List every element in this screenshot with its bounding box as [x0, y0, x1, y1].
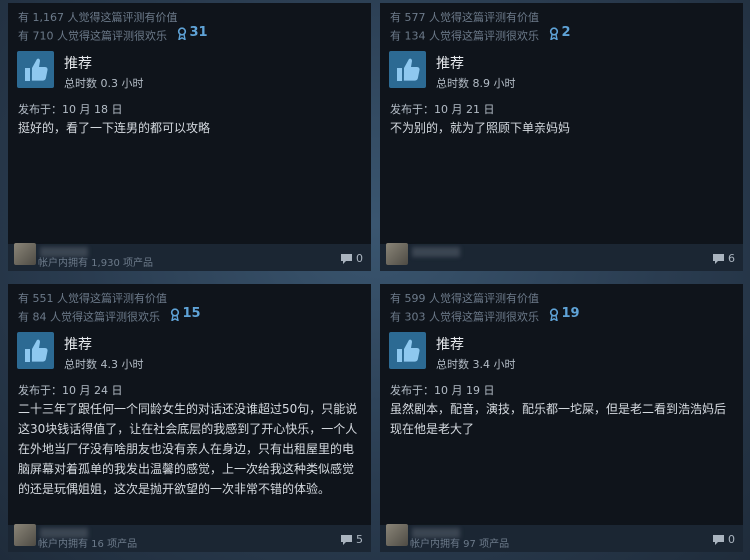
comment-bubble-icon: [713, 253, 724, 264]
playtime: 总时数 0.3 小时: [64, 77, 144, 90]
comment-button[interactable]: 0: [712, 533, 735, 546]
vote-summary: 有 1,167 人觉得这篇评测有价值 有 710 人觉得这篇评测很欢乐 31: [18, 11, 208, 43]
review-body: 有 1,167 人觉得这篇评测有价值 有 710 人觉得这篇评测很欢乐 31 推…: [8, 3, 371, 244]
award-ribbon-icon: [170, 307, 179, 321]
helpful-count: 有 599 人觉得这篇评测有价值: [390, 292, 539, 305]
review-footer: 6: [380, 243, 743, 271]
award-count: 19: [561, 306, 580, 321]
review-body: 有 599 人觉得这篇评测有价值 有 303 人觉得这篇评测很欢乐 19 推荐 …: [380, 284, 743, 525]
helpful-count: 有 577 人觉得这篇评测有价值: [390, 11, 539, 24]
avatar[interactable]: [14, 524, 36, 546]
comment-count: 6: [728, 252, 735, 265]
review-text: 虽然剧本，配音，演技，配乐都一坨屎，但是老二看到浩浩妈后现在他是老大了: [390, 402, 727, 436]
posted-date: 发布于：10 月 24 日: [18, 384, 123, 397]
review-footer: 帐户内拥有 1,930 项产品 0: [8, 243, 371, 271]
playtime: 总时数 4.3 小时: [64, 358, 144, 371]
recommendation-label[interactable]: 推荐: [436, 53, 464, 73]
comment-count: 0: [356, 252, 363, 265]
recommendation-label[interactable]: 推荐: [64, 53, 92, 73]
funny-count: 有 134 人觉得这篇评测很欢乐: [390, 29, 539, 43]
funny-count: 有 710 人觉得这篇评测很欢乐: [18, 29, 167, 43]
owned-products: 帐户内拥有 16 项产品: [38, 539, 138, 550]
review-text: 不为别的，就为了照顾下单亲妈妈: [390, 121, 571, 135]
owned-products: 帐户内拥有 1,930 项产品: [38, 258, 153, 269]
review-card: 有 599 人觉得这篇评测有价值 有 303 人觉得这篇评测很欢乐 19 推荐 …: [380, 284, 743, 552]
recommendation-label[interactable]: 推荐: [436, 334, 464, 354]
award-ribbon-icon: [177, 26, 186, 40]
avatar[interactable]: [386, 243, 408, 265]
comment-bubble-icon: [713, 534, 724, 545]
vote-summary: 有 551 人觉得这篇评测有价值 有 84 人觉得这篇评测很欢乐 15: [18, 292, 201, 324]
award-ribbon-icon: [549, 307, 558, 321]
comment-bubble-icon: [341, 253, 352, 264]
posted-date: 发布于：10 月 21 日: [390, 103, 495, 116]
review-body: 有 577 人觉得这篇评测有价值 有 134 人觉得这篇评测很欢乐 2 推荐 总…: [380, 3, 743, 244]
review-body: 有 551 人觉得这篇评测有价值 有 84 人觉得这篇评测很欢乐 15 推荐 总…: [8, 284, 371, 525]
comment-count: 0: [728, 533, 735, 546]
review-footer: 帐户内拥有 97 项产品 0: [380, 524, 743, 552]
comment-button[interactable]: 0: [340, 252, 363, 265]
playtime: 总时数 8.9 小时: [436, 77, 516, 90]
avatar[interactable]: [386, 524, 408, 546]
avatar[interactable]: [14, 243, 36, 265]
posted-date: 发布于：10 月 19 日: [390, 384, 495, 397]
award-badge[interactable]: 31: [177, 26, 208, 40]
review-card: 有 551 人觉得这篇评测有价值 有 84 人觉得这篇评测很欢乐 15 推荐 总…: [8, 284, 371, 552]
award-count: 2: [561, 25, 571, 40]
thumbs-up-icon: [389, 51, 426, 88]
review-card: 有 577 人觉得这篇评测有价值 有 134 人觉得这篇评测很欢乐 2 推荐 总…: [380, 3, 743, 271]
recommendation-label[interactable]: 推荐: [64, 334, 92, 354]
thumbs-up-icon: [389, 332, 426, 369]
helpful-count: 有 1,167 人觉得这篇评测有价值: [18, 11, 178, 24]
award-ribbon-icon: [549, 26, 558, 40]
review-text: 二十三年了跟任何一个同龄女生的对话还没谁超过50句，只能说这30块钱话得值了，让…: [18, 402, 358, 496]
award-badge[interactable]: 15: [170, 307, 201, 321]
blurred-username: [412, 247, 460, 257]
vote-summary: 有 599 人觉得这篇评测有价值 有 303 人觉得这篇评测很欢乐 19: [390, 292, 580, 324]
award-count: 15: [182, 306, 201, 321]
review-footer: 帐户内拥有 16 项产品 5: [8, 524, 371, 552]
funny-count: 有 84 人觉得这篇评测很欢乐: [18, 310, 160, 324]
playtime: 总时数 3.4 小时: [436, 358, 516, 371]
award-badge[interactable]: 19: [549, 307, 580, 321]
comment-button[interactable]: 5: [340, 533, 363, 546]
award-badge[interactable]: 2: [549, 26, 571, 40]
comment-button[interactable]: 6: [712, 252, 735, 265]
thumbs-up-icon: [17, 332, 54, 369]
posted-date: 发布于：10 月 18 日: [18, 103, 123, 116]
owned-products: 帐户内拥有 97 项产品: [410, 539, 510, 550]
review-card: 有 1,167 人觉得这篇评测有价值 有 710 人觉得这篇评测很欢乐 31 推…: [8, 3, 371, 271]
comment-bubble-icon: [341, 534, 352, 545]
thumbs-up-icon: [17, 51, 54, 88]
award-count: 31: [189, 25, 208, 40]
comment-count: 5: [356, 533, 363, 546]
funny-count: 有 303 人觉得这篇评测很欢乐: [390, 310, 539, 324]
vote-summary: 有 577 人觉得这篇评测有价值 有 134 人觉得这篇评测很欢乐 2: [390, 11, 571, 43]
helpful-count: 有 551 人觉得这篇评测有价值: [18, 292, 167, 305]
review-text: 挺好的，看了一下连男的都可以攻略: [18, 121, 211, 135]
